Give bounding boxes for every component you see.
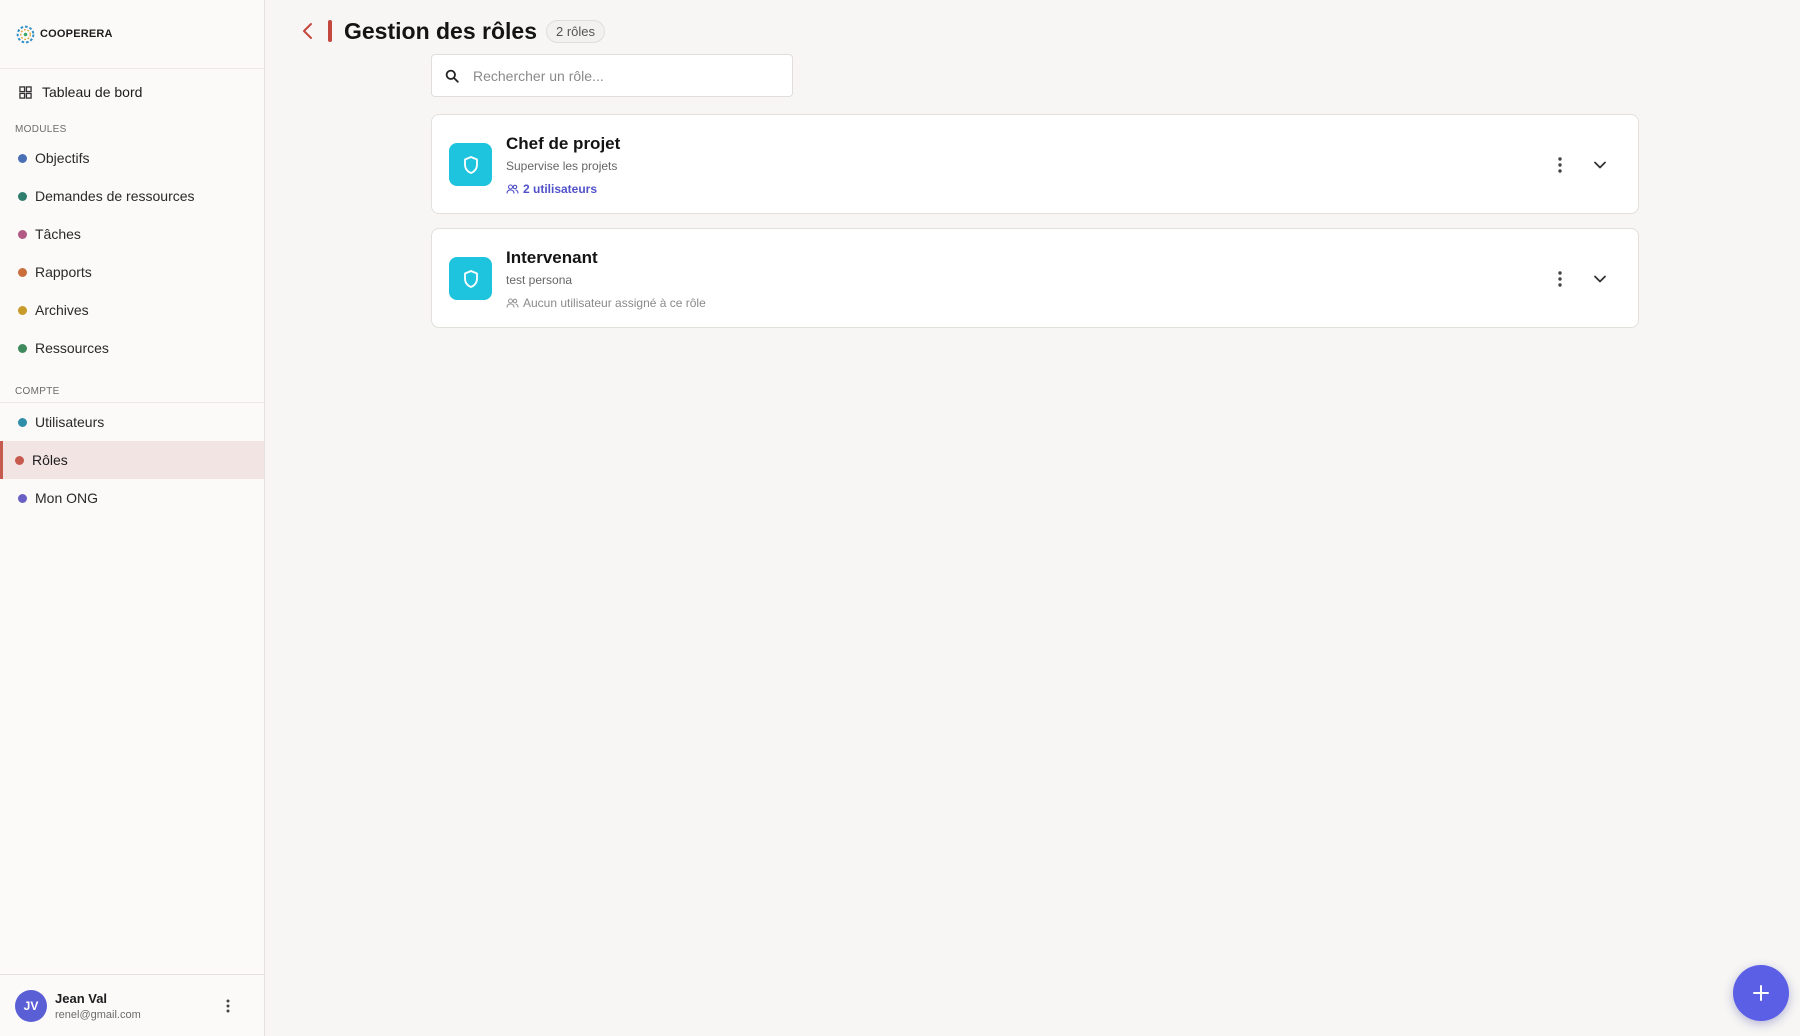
back-arrow-icon[interactable]	[300, 21, 316, 41]
more-vertical-icon[interactable]	[1554, 155, 1566, 175]
user-name: Jean Val	[55, 990, 108, 1006]
nav-label: Mon ONG	[35, 490, 99, 506]
nav-label: Tâches	[35, 226, 81, 242]
status-dot	[15, 455, 24, 465]
title-accent-bar	[328, 20, 332, 42]
status-dot	[18, 343, 27, 353]
roles-count-badge: 2 rôles	[546, 19, 606, 43]
sidebar-item-dashboard[interactable]: Tableau de bord	[0, 73, 264, 111]
avatar[interactable]: JV	[15, 989, 47, 1022]
role-name: Intervenant	[506, 248, 598, 267]
sidebar-item-demandes[interactable]: Demandes de ressources	[0, 177, 264, 215]
role-tile	[449, 257, 492, 300]
grid-icon	[19, 85, 32, 99]
status-dot	[18, 493, 27, 503]
role-users-label: Aucun utilisateur assigné à ce rôle	[523, 296, 706, 310]
page-header: Gestion des rôles 2 rôles	[300, 17, 606, 44]
add-role-button[interactable]	[1733, 965, 1789, 1021]
nav-label: Archives	[35, 302, 89, 318]
role-card[interactable]: Chef de projet Supervise les projets 2 u…	[431, 114, 1639, 214]
search-icon	[445, 69, 459, 83]
shield-icon	[463, 269, 478, 288]
role-users-empty: Aucun utilisateur assigné à ce rôle	[506, 296, 706, 310]
nav-label: Rapports	[35, 264, 92, 280]
search-input[interactable]	[473, 67, 773, 84]
nav-label: Tableau de bord	[42, 84, 143, 100]
page-title: Gestion des rôles	[344, 17, 538, 44]
status-dot	[18, 305, 27, 315]
user-profile: JV Jean Val renel@gmail.com	[0, 974, 264, 1036]
nav-label: Demandes de ressources	[35, 188, 195, 204]
user-info: Jean Val renel@gmail.com	[55, 991, 141, 1021]
search-box	[431, 54, 793, 97]
brand[interactable]: COOPERERA	[0, 0, 264, 69]
nav-label: Objectifs	[35, 150, 90, 166]
more-vertical-icon[interactable]	[1554, 269, 1566, 289]
cooperera-logo-icon	[16, 25, 35, 43]
sidebar-item-utilisateurs[interactable]: Utilisateurs	[0, 403, 264, 441]
sidebar-item-mon-ong[interactable]: Mon ONG	[0, 479, 264, 517]
sidebar-item-ressources[interactable]: Ressources	[0, 329, 264, 367]
section-title-modules: MODULES	[15, 123, 67, 135]
user-email: renel@gmail.com	[55, 1008, 141, 1021]
sidebar-item-archives[interactable]: Archives	[0, 291, 264, 329]
nav-label: Rôles	[32, 452, 68, 468]
brand-name: COOPERERA	[40, 28, 113, 40]
shield-icon	[463, 155, 478, 174]
more-vertical-icon[interactable]	[220, 996, 236, 1016]
status-dot	[18, 153, 27, 163]
sidebar-item-objectifs[interactable]: Objectifs	[0, 139, 264, 177]
status-dot	[18, 191, 27, 201]
status-dot	[18, 229, 27, 239]
role-name: Chef de projet	[506, 134, 621, 153]
chevron-down-icon[interactable]	[1592, 157, 1608, 173]
status-dot	[18, 267, 27, 277]
sidebar-item-rapports[interactable]: Rapports	[0, 253, 264, 291]
role-card[interactable]: Intervenant test persona Aucun utilisate…	[431, 228, 1639, 328]
sidebar: COOPERERA Tableau de bord MODULES Object…	[0, 0, 265, 1036]
role-users-link[interactable]: 2 utilisateurs	[506, 182, 597, 196]
role-description: test persona	[506, 273, 573, 287]
role-tile	[449, 143, 492, 186]
status-dot	[18, 417, 27, 427]
plus-icon	[1753, 985, 1769, 1001]
role-description: Supervise les projets	[506, 159, 618, 173]
chevron-down-icon[interactable]	[1592, 271, 1608, 287]
nav-label: Ressources	[35, 340, 109, 356]
section-title-compte: COMPTE	[0, 381, 264, 403]
users-icon	[506, 298, 519, 308]
role-users-label: 2 utilisateurs	[523, 182, 598, 196]
users-icon	[506, 184, 519, 194]
sidebar-item-roles[interactable]: Rôles	[0, 441, 264, 479]
sidebar-item-taches[interactable]: Tâches	[0, 215, 264, 253]
nav-label: Utilisateurs	[35, 414, 105, 430]
